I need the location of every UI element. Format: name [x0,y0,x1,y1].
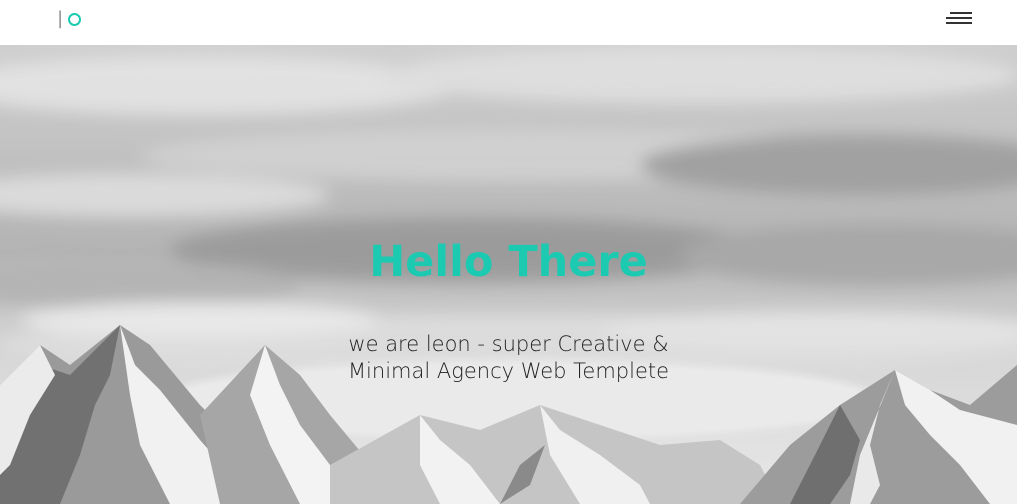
hero-section: Hello There we are leon - super Creative… [0,45,1017,504]
logo-bar-glyph: | [57,8,64,29]
hero-subtitle-line1: we are leon - super Creative & [348,332,669,356]
hero-subtitle: we are leon - super Creative & Minimal A… [0,331,1017,385]
site-header: | [0,0,1017,45]
menu-line [946,17,972,19]
hamburger-menu-icon[interactable] [944,11,972,27]
menu-line [950,12,972,14]
hero-title: Hello There [369,237,648,287]
hero-subtitle-line2: Minimal Agency Web Templete [347,359,670,383]
site-logo[interactable]: | [57,8,82,29]
circle-icon [68,12,82,26]
menu-line [946,22,972,24]
